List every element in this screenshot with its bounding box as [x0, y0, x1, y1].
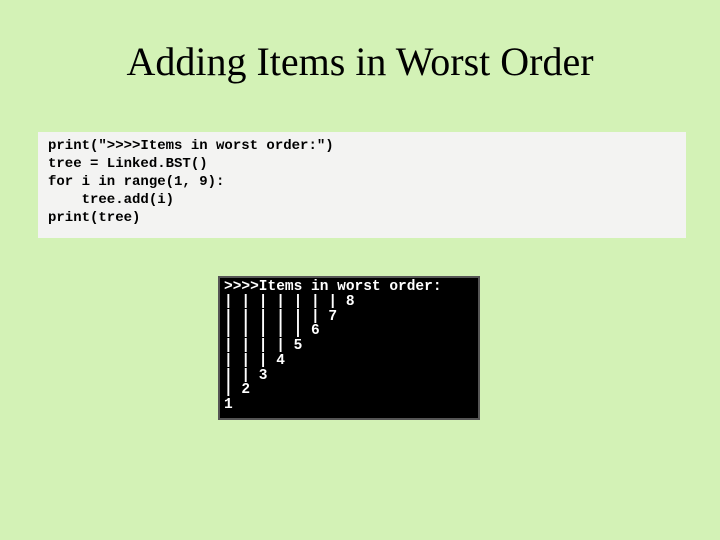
slide: Adding Items in Worst Order print(">>>>I…: [0, 0, 720, 540]
slide-title: Adding Items in Worst Order: [0, 38, 720, 85]
console-output: >>>>Items in worst order: | | | | | | | …: [218, 276, 480, 420]
source-code-block: print(">>>>Items in worst order:") tree …: [38, 132, 686, 238]
